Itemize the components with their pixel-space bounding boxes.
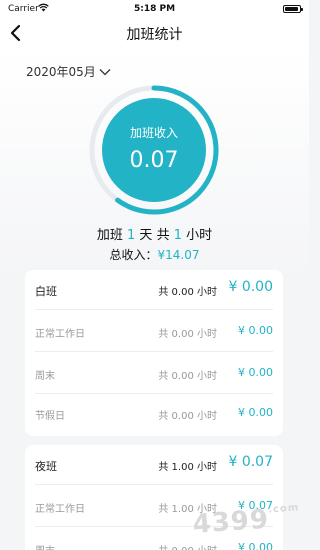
row-amount: ¥ 0.00 (238, 324, 273, 337)
site-watermark: 4399.com (192, 502, 305, 550)
total-income: 总收入：¥14.07 (0, 246, 309, 263)
row-label: 节假日 (35, 411, 65, 422)
night-shift-amount: ¥ 0.07 (228, 454, 273, 470)
day-shift-row-holiday: 节假日 共 0.00 小时 ¥ 0.00 (35, 394, 273, 434)
day-shift-amount: ¥ 0.00 (228, 279, 273, 295)
summary-prefix: 加班 (96, 228, 123, 243)
summary-hours: 1 (173, 228, 182, 243)
row-label: 周末 (35, 371, 55, 382)
total-income-amount: ¥14.07 (157, 248, 200, 262)
status-time: 5:18 PM (133, 4, 176, 14)
day-shift-row-weekday: 正常工作日 共 0.00 小时 ¥ 0.00 (35, 312, 273, 352)
overtime-summary: 加班 1 天 共 1 小时 (0, 224, 309, 243)
row-hours: 共 0.00 小时 (158, 329, 217, 340)
watermark-text: 4399 (191, 504, 271, 540)
summary-total-word: 共 (156, 228, 170, 243)
row-label: 周末 (35, 542, 55, 550)
night-shift-hours: 共 1.00 小时 (158, 462, 217, 473)
total-income-label: 总收入： (109, 248, 158, 262)
income-ring: 加班收入 0.07 (82, 78, 226, 222)
night-shift-title: 夜班 (35, 460, 57, 473)
night-shift-header-row[interactable]: 夜班 共 1.00 小时 ¥ 0.07 (35, 445, 273, 485)
row-amount: ¥ 0.00 (238, 406, 273, 419)
row-label: 正常工作日 (35, 329, 85, 340)
income-label: 加班收入 (129, 126, 178, 140)
day-shift-header-row[interactable]: 白班 共 0.00 小时 ¥ 0.00 (35, 270, 273, 310)
status-bar: Carrier 5:18 PM (0, 0, 309, 18)
day-shift-row-weekend: 周末 共 0.00 小时 ¥ 0.00 (35, 354, 273, 394)
navigation-bar: 加班统计 (0, 18, 309, 48)
row-amount: ¥ 0.00 (238, 366, 273, 379)
row-label: 正常工作日 (35, 504, 85, 515)
income-value: 0.07 (129, 148, 179, 173)
summary-days-unit: 天 (139, 228, 153, 243)
day-shift-hours: 共 0.00 小时 (158, 287, 217, 298)
summary-days: 1 (126, 228, 136, 243)
page-title: 加班统计 (126, 27, 183, 43)
row-hours: 共 0.00 小时 (158, 371, 217, 382)
day-shift-card: 白班 共 0.00 小时 ¥ 0.00 正常工作日 共 0.00 小时 ¥ 0.… (25, 270, 283, 436)
chevron-down-icon (99, 68, 111, 75)
battery-icon (283, 5, 303, 13)
watermark-suffix: .com (267, 502, 300, 516)
row-hours: 共 0.00 小时 (158, 411, 217, 422)
summary-panel: 2020年05月 加班收入 0.07 加班 1 天 共 1 小时 总收入：¥14… (0, 48, 309, 278)
day-shift-title: 白班 (35, 285, 57, 298)
income-circle: 加班收入 0.07 (102, 98, 206, 202)
summary-hours-unit: 小时 (186, 228, 213, 243)
